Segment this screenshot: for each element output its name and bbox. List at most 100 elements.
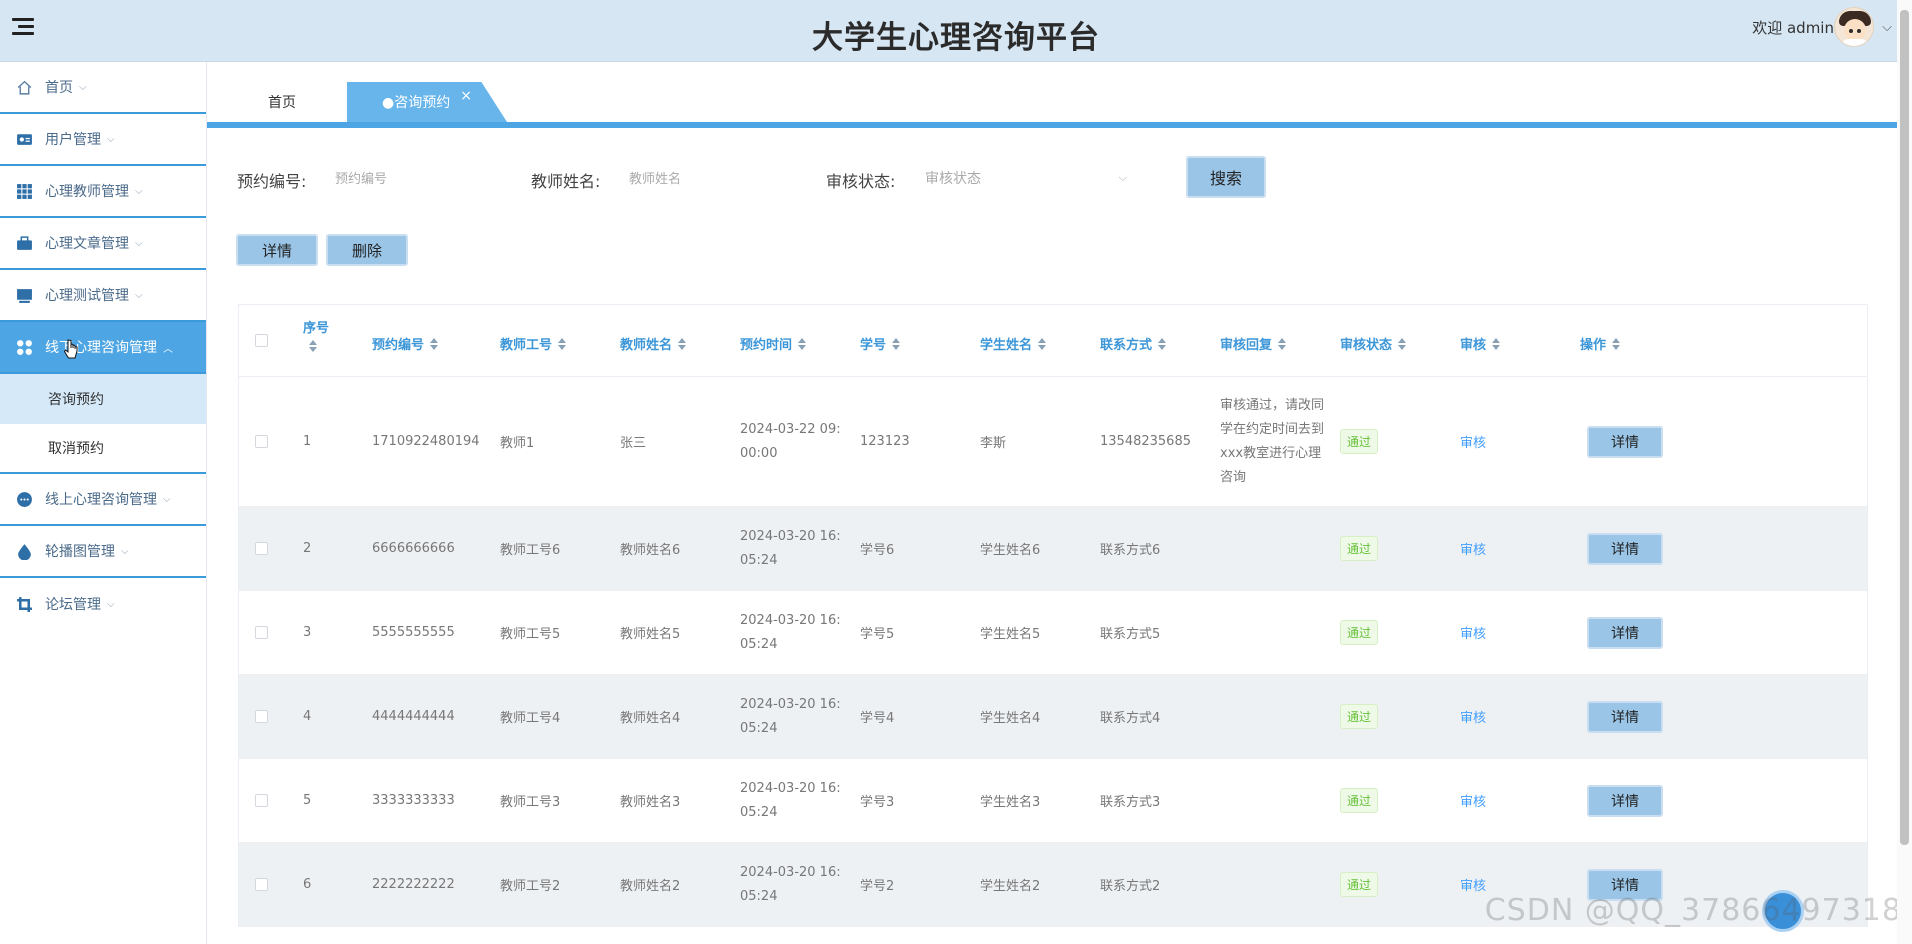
- sidebar-item-offline-consult[interactable]: 线下心理咨询管理 ︿: [0, 322, 206, 374]
- table-header: 序号 预约编号 教师工号 教师姓名 预约时间 学号 学生姓名 联系方式 审核回复…: [239, 305, 1867, 377]
- action-buttons: 详情 删除: [236, 234, 416, 266]
- cell-teacher-name: 教师姓名3: [620, 795, 681, 810]
- cell-contact: 联系方式5: [1100, 627, 1161, 642]
- status-select-value: 审核状态: [925, 171, 981, 187]
- row-detail-button[interactable]: 详情: [1587, 700, 1663, 733]
- row-checkbox[interactable]: [255, 794, 268, 807]
- cell-teacher-id: 教师工号2: [500, 879, 561, 894]
- audit-link[interactable]: 审核: [1460, 875, 1486, 894]
- row-checkbox[interactable]: [255, 878, 268, 891]
- sidebar-item-label: 首页: [45, 80, 73, 96]
- audit-link[interactable]: 审核: [1460, 791, 1486, 810]
- cell-teacher-name: 教师姓名4: [620, 711, 681, 726]
- scrollbar[interactable]: [1897, 0, 1912, 944]
- audit-link[interactable]: 审核: [1460, 432, 1486, 451]
- monitor-icon: [17, 288, 32, 303]
- delete-button[interactable]: 删除: [326, 234, 408, 266]
- user-card-icon: [17, 133, 32, 145]
- status-badge: 通过: [1340, 536, 1379, 561]
- tab-bar: 首页 ●咨询预约 ×: [207, 62, 1897, 128]
- home-icon: [17, 80, 32, 95]
- sidebar-item-online-consult[interactable]: 线上心理咨询管理 ⌵: [0, 474, 206, 526]
- app-title: 大学生心理咨询平台: [812, 20, 1100, 56]
- status-badge: 通过: [1340, 788, 1379, 813]
- cell-booking-no: 5555555555: [372, 625, 455, 640]
- cell-time: 2024-03-20 16: 05:24: [740, 528, 841, 568]
- sidebar-item-articles[interactable]: 心理文章管理 ⌵: [0, 218, 206, 270]
- table-row: 4 4444444444 教师工号4 教师姓名4 2024-03-20 16: 0…: [239, 675, 1867, 759]
- sidebar-subitem-booking[interactable]: 咨询预约: [0, 374, 206, 424]
- sidebar-item-teachers[interactable]: 心理教师管理 ⌵: [0, 166, 206, 218]
- header-cell[interactable]: 序号: [303, 317, 329, 352]
- row-checkbox[interactable]: [255, 626, 268, 639]
- cell-contact: 13548235685: [1100, 434, 1191, 449]
- avatar[interactable]: [1834, 7, 1874, 47]
- teacher-name-input[interactable]: [629, 160, 789, 196]
- header-cell[interactable]: 审核状态: [1340, 334, 1407, 353]
- sidebar-item-label: 线下心理咨询管理: [45, 340, 157, 356]
- sidebar-item-forum[interactable]: 论坛管理 ⌵: [0, 578, 206, 630]
- table-row: 3 5555555555 教师工号5 教师姓名5 2024-03-20 16: 0…: [239, 591, 1867, 675]
- cell-time: 2024-03-20 16: 05:24: [740, 612, 841, 652]
- select-all-checkbox[interactable]: [255, 334, 268, 347]
- drop-icon: [18, 543, 31, 560]
- cell-contact: 联系方式3: [1100, 795, 1161, 810]
- header-cell[interactable]: 审核回复: [1220, 334, 1287, 353]
- booking-no-input[interactable]: [335, 160, 495, 196]
- scrollbar-thumb[interactable]: [1900, 10, 1909, 845]
- detail-button[interactable]: 详情: [236, 234, 318, 266]
- cell-time: 2024-03-20 16: 05:24: [740, 864, 841, 904]
- cell-teacher-id: 教师1: [500, 436, 535, 451]
- row-checkbox[interactable]: [255, 542, 268, 555]
- row-checkbox[interactable]: [255, 710, 268, 723]
- header-cell[interactable]: 预约时间: [740, 334, 807, 353]
- cell-no: 6: [303, 877, 312, 892]
- row-detail-button[interactable]: 详情: [1587, 425, 1663, 458]
- teacher-name-label: 教师姓名:: [531, 172, 601, 191]
- cell-teacher-name: 教师姓名6: [620, 543, 681, 558]
- cell-student-id: 学号2: [860, 879, 895, 894]
- chevron-down-icon[interactable]: ⌵: [1882, 20, 1892, 35]
- row-detail-button[interactable]: 详情: [1587, 616, 1663, 649]
- cell-no: 4: [303, 709, 312, 724]
- cell-booking-no: 1710922480194: [372, 434, 480, 449]
- header-cell[interactable]: 联系方式: [1100, 334, 1167, 353]
- sidebar-item-users[interactable]: 用户管理 ⌵: [0, 114, 206, 166]
- status-select[interactable]: 审核状态 ⌵: [925, 160, 1135, 196]
- header-cell[interactable]: 学生姓名: [980, 334, 1047, 353]
- header-cell[interactable]: 审核: [1460, 334, 1501, 353]
- header-cell[interactable]: 学号: [860, 334, 901, 353]
- sidebar-item-carousel[interactable]: 轮播图管理 ⌵: [0, 526, 206, 578]
- row-checkbox[interactable]: [255, 435, 268, 448]
- row-detail-button[interactable]: 详情: [1587, 532, 1663, 565]
- table-row: 1 1710922480194 教师1 张三 2024-03-22 09: 00:…: [239, 377, 1867, 507]
- audit-link[interactable]: 审核: [1460, 623, 1486, 642]
- tab-home[interactable]: 首页: [237, 82, 327, 122]
- chevron-down-icon: ⌵: [1118, 171, 1127, 184]
- cell-no: 2: [303, 541, 312, 556]
- close-icon[interactable]: ×: [460, 88, 472, 104]
- sidebar-subitem-cancel[interactable]: 取消预约: [0, 424, 206, 474]
- status-badge: 通过: [1340, 620, 1379, 645]
- welcome-text: 欢迎 admin: [1752, 19, 1834, 37]
- header-cell[interactable]: 预约编号: [372, 334, 439, 353]
- booking-table: 序号 预约编号 教师工号 教师姓名 预约时间 学号 学生姓名 联系方式 审核回复…: [238, 304, 1868, 927]
- header-cell[interactable]: 操作: [1580, 334, 1621, 353]
- sidebar-item-label: 论坛管理: [45, 597, 101, 613]
- crop-icon: [17, 596, 32, 612]
- cell-reply: 审核通过，请改同学在约定时间去到xxx教室进行心理咨询: [1220, 397, 1325, 485]
- audit-link[interactable]: 审核: [1460, 539, 1486, 558]
- header-cell[interactable]: 教师工号: [500, 334, 567, 353]
- cell-contact: 联系方式4: [1100, 711, 1161, 726]
- table-row: 5 3333333333 教师工号3 教师姓名3 2024-03-20 16: 0…: [239, 759, 1867, 843]
- header-cell[interactable]: 教师姓名: [620, 334, 687, 353]
- sidebar-item-home[interactable]: 首页 ⌵: [0, 62, 206, 114]
- tab-booking[interactable]: ●咨询预约 ×: [347, 82, 507, 122]
- audit-link[interactable]: 审核: [1460, 707, 1486, 726]
- cell-student-name: 学生姓名6: [980, 543, 1041, 558]
- search-button[interactable]: 搜索: [1186, 156, 1266, 198]
- sidebar-item-label: 心理文章管理: [45, 236, 129, 252]
- sidebar-item-tests[interactable]: 心理测试管理 ⌵: [0, 270, 206, 322]
- row-detail-button[interactable]: 详情: [1587, 784, 1663, 817]
- cell-student-id: 学号3: [860, 795, 895, 810]
